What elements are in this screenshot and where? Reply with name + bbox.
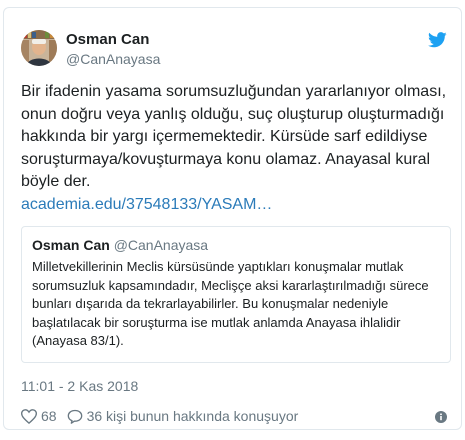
replies-text: 36 kişi bunun hakkında konuşuyor [86, 408, 299, 424]
like-count: 68 [41, 408, 57, 424]
twitter-bird-icon[interactable] [428, 32, 447, 48]
author-avatar[interactable] [21, 30, 57, 66]
quoted-tweet[interactable]: Osman Can @CanAnayasa Milletvekillerinin… [21, 226, 451, 363]
quoted-tweet-header: Osman Can @CanAnayasa [32, 237, 208, 253]
quoted-author-name: Osman Can [32, 237, 110, 253]
tweet-actions: 68 36 kişi bunun hakkında konuşuyor [21, 405, 298, 427]
tweet-card: Osman Can @CanAnayasa Bir ifadenin yasam… [3, 7, 462, 430]
tweet-body: Bir ifadenin yasama sorumsuzluğundan yar… [21, 83, 447, 190]
heart-icon [21, 408, 37, 424]
author-display-name[interactable]: Osman Can [66, 31, 149, 48]
like-button[interactable]: 68 [21, 408, 57, 424]
tweet-text: Bir ifadenin yasama sorumsuzluğundan yar… [21, 81, 451, 216]
quoted-author-handle: @CanAnayasa [113, 237, 209, 253]
speech-bubble-icon [67, 409, 82, 424]
user-avatar-photo-icon [21, 30, 57, 66]
author-handle[interactable]: @CanAnayasa [66, 51, 160, 67]
reply-button[interactable]: 36 kişi bunun hakkında konuşuyor [67, 408, 299, 424]
info-icon[interactable] [435, 410, 447, 423]
tweet-link[interactable]: academia.edu/37548133/YASAM… [21, 194, 451, 217]
quoted-tweet-text: Milletvekillerinin Meclis kürsüsünde yap… [32, 259, 429, 348]
tweet-timestamp[interactable]: 11:01 - 2 Kas 2018 [21, 378, 138, 394]
